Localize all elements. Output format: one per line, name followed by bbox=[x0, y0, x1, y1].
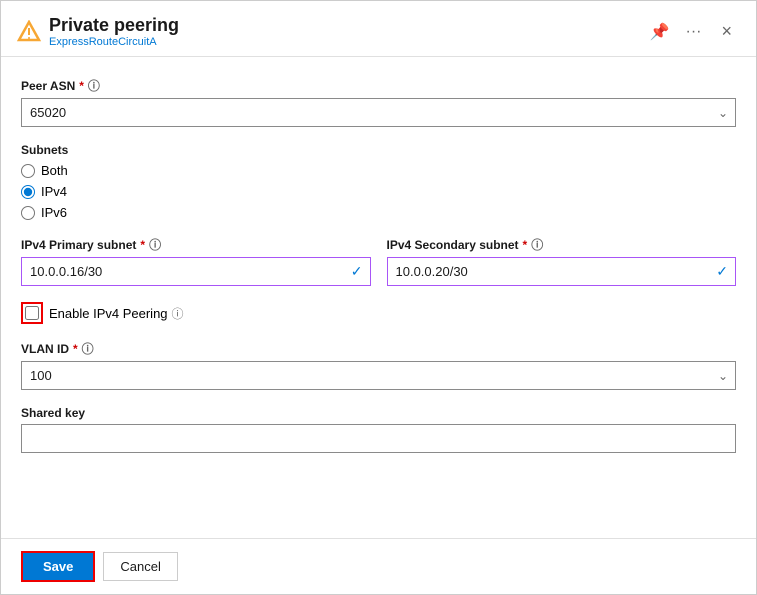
vlan-id-select-wrapper: 100 ⌄ bbox=[21, 361, 736, 390]
ipv4-secondary-group: IPv4 Secondary subnet * ⓘ 10.0.0.20/30 ✓ bbox=[387, 236, 737, 286]
pin-button[interactable]: 📌 bbox=[646, 18, 674, 46]
peer-asn-label: Peer ASN * ⓘ bbox=[21, 77, 736, 94]
subnets-label: Subnets bbox=[21, 143, 736, 157]
subnet-fields-group: IPv4 Primary subnet * ⓘ 10.0.0.16/30 ✓ I… bbox=[21, 236, 736, 286]
peer-asn-select[interactable]: 65020 bbox=[21, 98, 736, 127]
dialog-subtitle: ExpressRouteCircuitA bbox=[49, 36, 638, 48]
peer-asn-info-icon[interactable]: ⓘ bbox=[88, 77, 100, 94]
subnet-ipv4-option[interactable]: IPv4 bbox=[21, 184, 736, 199]
subnet-both-radio[interactable] bbox=[21, 164, 35, 178]
ipv4-secondary-info-icon[interactable]: ⓘ bbox=[531, 236, 543, 253]
more-icon: ··· bbox=[686, 23, 702, 41]
peer-asn-required: * bbox=[79, 79, 84, 93]
ipv4-secondary-select[interactable]: 10.0.0.20/30 bbox=[387, 257, 737, 286]
dialog-header: Private peering ExpressRouteCircuitA 📌 ·… bbox=[1, 1, 756, 57]
dialog-footer: Save Cancel bbox=[1, 538, 756, 594]
ipv4-primary-select[interactable]: 10.0.0.16/30 bbox=[21, 257, 371, 286]
ipv4-secondary-select-wrapper: 10.0.0.20/30 ✓ bbox=[387, 257, 737, 286]
vlan-id-info-icon[interactable]: ⓘ bbox=[82, 340, 94, 357]
ipv4-primary-group: IPv4 Primary subnet * ⓘ 10.0.0.16/30 ✓ bbox=[21, 236, 371, 286]
save-button[interactable]: Save bbox=[21, 551, 95, 582]
vlan-id-select[interactable]: 100 bbox=[21, 361, 736, 390]
ipv4-primary-label: IPv4 Primary subnet * ⓘ bbox=[21, 236, 371, 253]
ipv4-secondary-label: IPv4 Secondary subnet * ⓘ bbox=[387, 236, 737, 253]
subnet-ipv4-radio[interactable] bbox=[21, 185, 35, 199]
subnet-both-option[interactable]: Both bbox=[21, 163, 736, 178]
enable-peering-info-icon[interactable]: ⓘ bbox=[172, 305, 184, 322]
enable-peering-label: Enable IPv4 Peering ⓘ bbox=[49, 305, 184, 322]
dialog-body: Peer ASN * ⓘ 65020 ⌄ Subnets Both bbox=[1, 57, 756, 538]
close-button[interactable]: × bbox=[713, 17, 740, 46]
cancel-button[interactable]: Cancel bbox=[103, 552, 177, 581]
subnets-radio-group: Both IPv4 IPv6 bbox=[21, 163, 736, 220]
ipv4-primary-select-wrapper: 10.0.0.16/30 ✓ bbox=[21, 257, 371, 286]
pin-icon: 📌 bbox=[650, 22, 670, 42]
shared-key-label: Shared key bbox=[21, 406, 736, 420]
vlan-id-group: VLAN ID * ⓘ 100 ⌄ bbox=[21, 340, 736, 390]
private-peering-dialog: Private peering ExpressRouteCircuitA 📌 ·… bbox=[0, 0, 757, 595]
shared-key-group: Shared key bbox=[21, 406, 736, 453]
subnet-ipv6-option[interactable]: IPv6 bbox=[21, 205, 736, 220]
subnets-group: Subnets Both IPv4 IPv6 bbox=[21, 143, 736, 220]
ipv4-primary-info-icon[interactable]: ⓘ bbox=[149, 236, 161, 253]
dialog-title: Private peering bbox=[49, 15, 638, 36]
subnet-both-label: Both bbox=[41, 163, 68, 178]
enable-peering-checkbox-wrapper bbox=[21, 302, 43, 324]
azure-icon bbox=[17, 20, 41, 44]
ipv4-secondary-required: * bbox=[523, 238, 528, 252]
shared-key-input[interactable] bbox=[21, 424, 736, 453]
subnet-ipv4-label: IPv4 bbox=[41, 184, 67, 199]
subnet-ipv6-radio[interactable] bbox=[21, 206, 35, 220]
vlan-id-required: * bbox=[73, 342, 78, 356]
title-block: Private peering ExpressRouteCircuitA bbox=[49, 15, 638, 48]
vlan-id-label: VLAN ID * ⓘ bbox=[21, 340, 736, 357]
subnet-ipv6-label: IPv6 bbox=[41, 205, 67, 220]
peer-asn-group: Peer ASN * ⓘ 65020 ⌄ bbox=[21, 77, 736, 127]
more-button[interactable]: ··· bbox=[682, 19, 706, 45]
enable-peering-row: Enable IPv4 Peering ⓘ bbox=[21, 302, 736, 324]
peer-asn-select-wrapper: 65020 ⌄ bbox=[21, 98, 736, 127]
ipv4-primary-required: * bbox=[140, 238, 145, 252]
enable-peering-checkbox[interactable] bbox=[25, 306, 39, 320]
header-actions: 📌 ··· × bbox=[646, 17, 740, 46]
